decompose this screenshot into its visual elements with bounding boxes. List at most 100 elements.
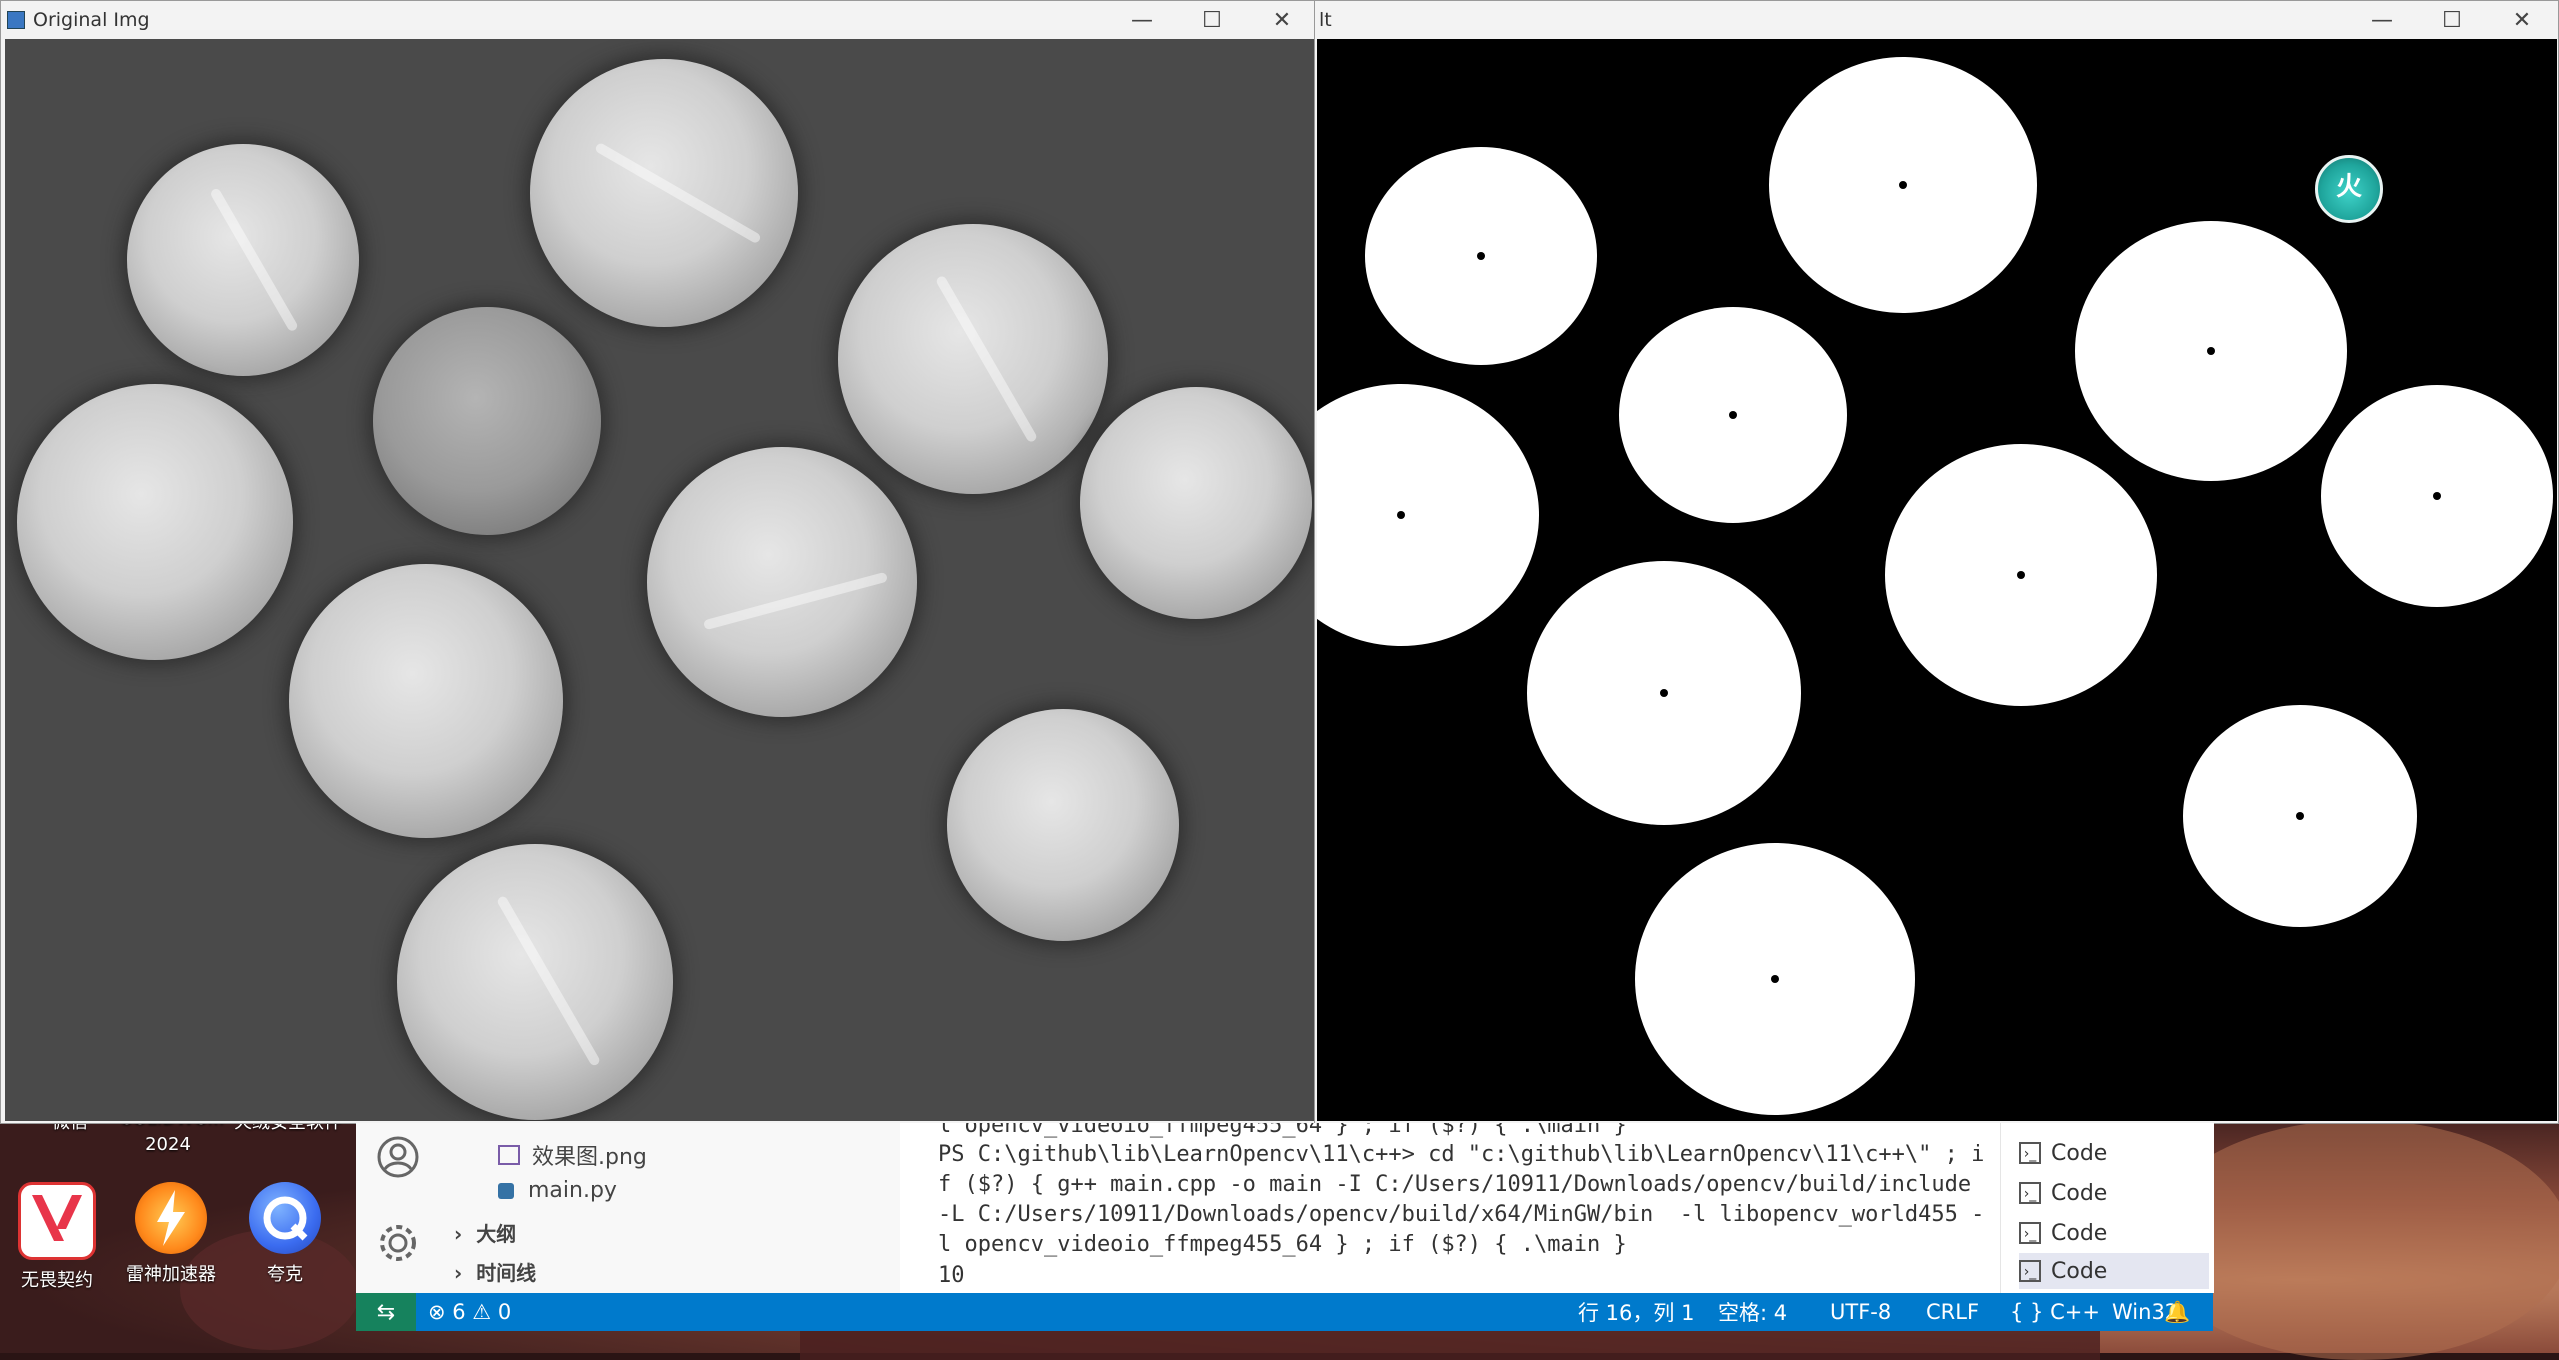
- cursor-position[interactable]: 行 16，列 1: [1578, 1293, 1694, 1331]
- coin: [373, 307, 601, 535]
- coin: [647, 447, 917, 717]
- coin: [127, 144, 359, 376]
- coin: [530, 59, 798, 327]
- terminal-tab-active[interactable]: ›_ Code: [2019, 1253, 2209, 1289]
- warning-count: 0: [497, 1300, 512, 1324]
- terminal-icon: ›_: [2019, 1222, 2041, 1244]
- file-name: main.py: [528, 1178, 617, 1203]
- terminal-icon: ›_: [2019, 1260, 2041, 1282]
- coin: [947, 709, 1179, 941]
- centroid-dot: [2017, 571, 2025, 579]
- coin-blob: [1527, 561, 1801, 825]
- file-item-py[interactable]: main.py: [498, 1178, 617, 1203]
- indentation[interactable]: 空格: 4: [1718, 1293, 1787, 1331]
- terminal-line: f ($?) { g++ main.cpp -o main -I C:/User…: [938, 1172, 1972, 1197]
- terminal-icon: ›_: [2019, 1142, 2041, 1164]
- coin: [838, 224, 1108, 494]
- desktop-icon-label: 夸克: [267, 1264, 303, 1285]
- coin-blob: [1317, 384, 1539, 646]
- terminal-line: l opencv_videoio_ffmpeg455_64 } ; if ($?…: [938, 1232, 1627, 1257]
- desktop-icon-leishen[interactable]: 雷神加速器: [116, 1182, 226, 1286]
- chevron-right-icon: ›: [454, 1261, 463, 1285]
- desktop-icon-quark[interactable]: 夸克: [230, 1182, 340, 1286]
- coin: [17, 384, 293, 660]
- centroid-dot: [1729, 411, 1737, 419]
- terminal-icon: ›_: [2019, 1182, 2041, 1204]
- centroid-dot: [1899, 181, 1907, 189]
- coin: [289, 564, 563, 838]
- terminal-line: l opencv_videoio_ffmpeg455_64 } ; if ($?…: [938, 1123, 1627, 1138]
- account-icon[interactable]: [376, 1135, 420, 1179]
- coin-blob: [1365, 147, 1597, 365]
- line-ending[interactable]: CRLF: [1926, 1293, 1979, 1331]
- coin-blob: [1769, 57, 2037, 313]
- problems-indicator[interactable]: ⊗ 6 ⚠ 0: [428, 1293, 511, 1331]
- section-label: 大纲: [476, 1222, 517, 1246]
- coin-blob: [2321, 385, 2553, 607]
- notification-bell-icon[interactable]: 🔔: [2164, 1293, 2190, 1331]
- terminal-tab-label: Code: [2051, 1258, 2108, 1284]
- file-name: 效果图.png: [532, 1145, 647, 1170]
- centroid-dot: [2207, 347, 2215, 355]
- warning-icon: ⚠: [472, 1300, 492, 1324]
- terminal-line: -L C:/Users/10911/Downloads/opencv/build…: [938, 1202, 1985, 1227]
- error-icon: ⊗: [428, 1300, 446, 1324]
- terminal-tabs: ›_ Code ›_ Code ›_ Code ›_ Code: [2000, 1123, 2214, 1293]
- close-button[interactable]: ✕: [1247, 1, 1317, 39]
- app-icon: [7, 11, 25, 29]
- file-item-png[interactable]: 效果图.png: [498, 1139, 647, 1171]
- maximize-button[interactable]: ☐: [1177, 1, 1247, 39]
- settings-gear-icon[interactable]: [376, 1221, 420, 1265]
- centroid-dot: [1660, 689, 1668, 697]
- terminal-panel[interactable]: l opencv_videoio_ffmpeg455_64 } ; if ($?…: [900, 1123, 2000, 1293]
- error-count: 6: [452, 1300, 466, 1324]
- minimize-button[interactable]: —: [2347, 1, 2417, 39]
- centroid-dot: [2296, 812, 2304, 820]
- coin-blob: [2075, 221, 2347, 481]
- coin: [1080, 387, 1312, 619]
- image-file-icon: [498, 1145, 520, 1165]
- terminal-tab[interactable]: ›_ Code: [2019, 1175, 2209, 1211]
- minimize-button[interactable]: —: [1107, 1, 1177, 39]
- terminal-tab-label: Code: [2051, 1180, 2108, 1206]
- centroid-dot: [1477, 252, 1485, 260]
- terminal-tab[interactable]: ›_ Code: [2019, 1135, 2209, 1171]
- centroid-dot: [1397, 511, 1405, 519]
- section-timeline[interactable]: › 时间线: [454, 1257, 536, 1286]
- terminal-line: PS C:\github\lib\LearnOpencv\11\c++> cd …: [938, 1142, 1985, 1167]
- coin-blob: [1635, 843, 1915, 1115]
- coin: [397, 844, 673, 1120]
- encoding[interactable]: UTF-8: [1830, 1293, 1891, 1331]
- centroid-dot: [1771, 975, 1779, 983]
- floating-assistant-icon[interactable]: 火: [2315, 155, 2383, 223]
- explorer-panel: 效果图.png main.py › 大纲 › 时间线: [440, 1123, 900, 1293]
- terminal-tab[interactable]: ›_ Code: [2019, 1215, 2209, 1251]
- status-bar: ⇆ ⊗ 6 ⚠ 0 行 16，列 1 空格: 4 UTF-8 CRLF { } …: [356, 1293, 2213, 1331]
- desktop-icon-label: 雷神加速器: [126, 1264, 216, 1285]
- chevron-right-icon: ›: [454, 1222, 463, 1246]
- maximize-button[interactable]: ☐: [2417, 1, 2487, 39]
- close-button[interactable]: ✕: [2487, 1, 2557, 39]
- python-file-icon: [498, 1182, 514, 1199]
- desktop-icon-valorant[interactable]: 无畏契约: [2, 1182, 112, 1292]
- terminal-line: 10: [938, 1263, 965, 1288]
- window-title: Original Img: [33, 9, 150, 31]
- valorant-icon: [18, 1182, 96, 1260]
- original-img-window[interactable]: Original Img — ☐ ✕: [0, 0, 1318, 1124]
- terminal-tab-label: Code: [2051, 1220, 2108, 1246]
- activity-bar: [356, 1123, 441, 1293]
- window-title: lt: [1319, 9, 1332, 31]
- quark-icon: [249, 1182, 321, 1254]
- coin-blob: [1885, 444, 2157, 706]
- language-mode[interactable]: { } C++: [2010, 1293, 2100, 1331]
- terminal-tab-label: Code: [2051, 1140, 2108, 1166]
- coin-blob: [1619, 307, 1847, 523]
- section-outline[interactable]: › 大纲: [454, 1218, 516, 1247]
- original-image-canvas: [5, 39, 1315, 1121]
- desktop-icon-label: 无畏契约: [21, 1270, 93, 1291]
- section-label: 时间线: [476, 1261, 537, 1285]
- centroid-dot: [2433, 492, 2441, 500]
- remote-indicator-icon[interactable]: ⇆: [356, 1293, 416, 1331]
- leishen-accelerator-icon: [135, 1182, 207, 1254]
- desktop-label-solidworks-year[interactable]: 2024: [138, 1134, 198, 1155]
